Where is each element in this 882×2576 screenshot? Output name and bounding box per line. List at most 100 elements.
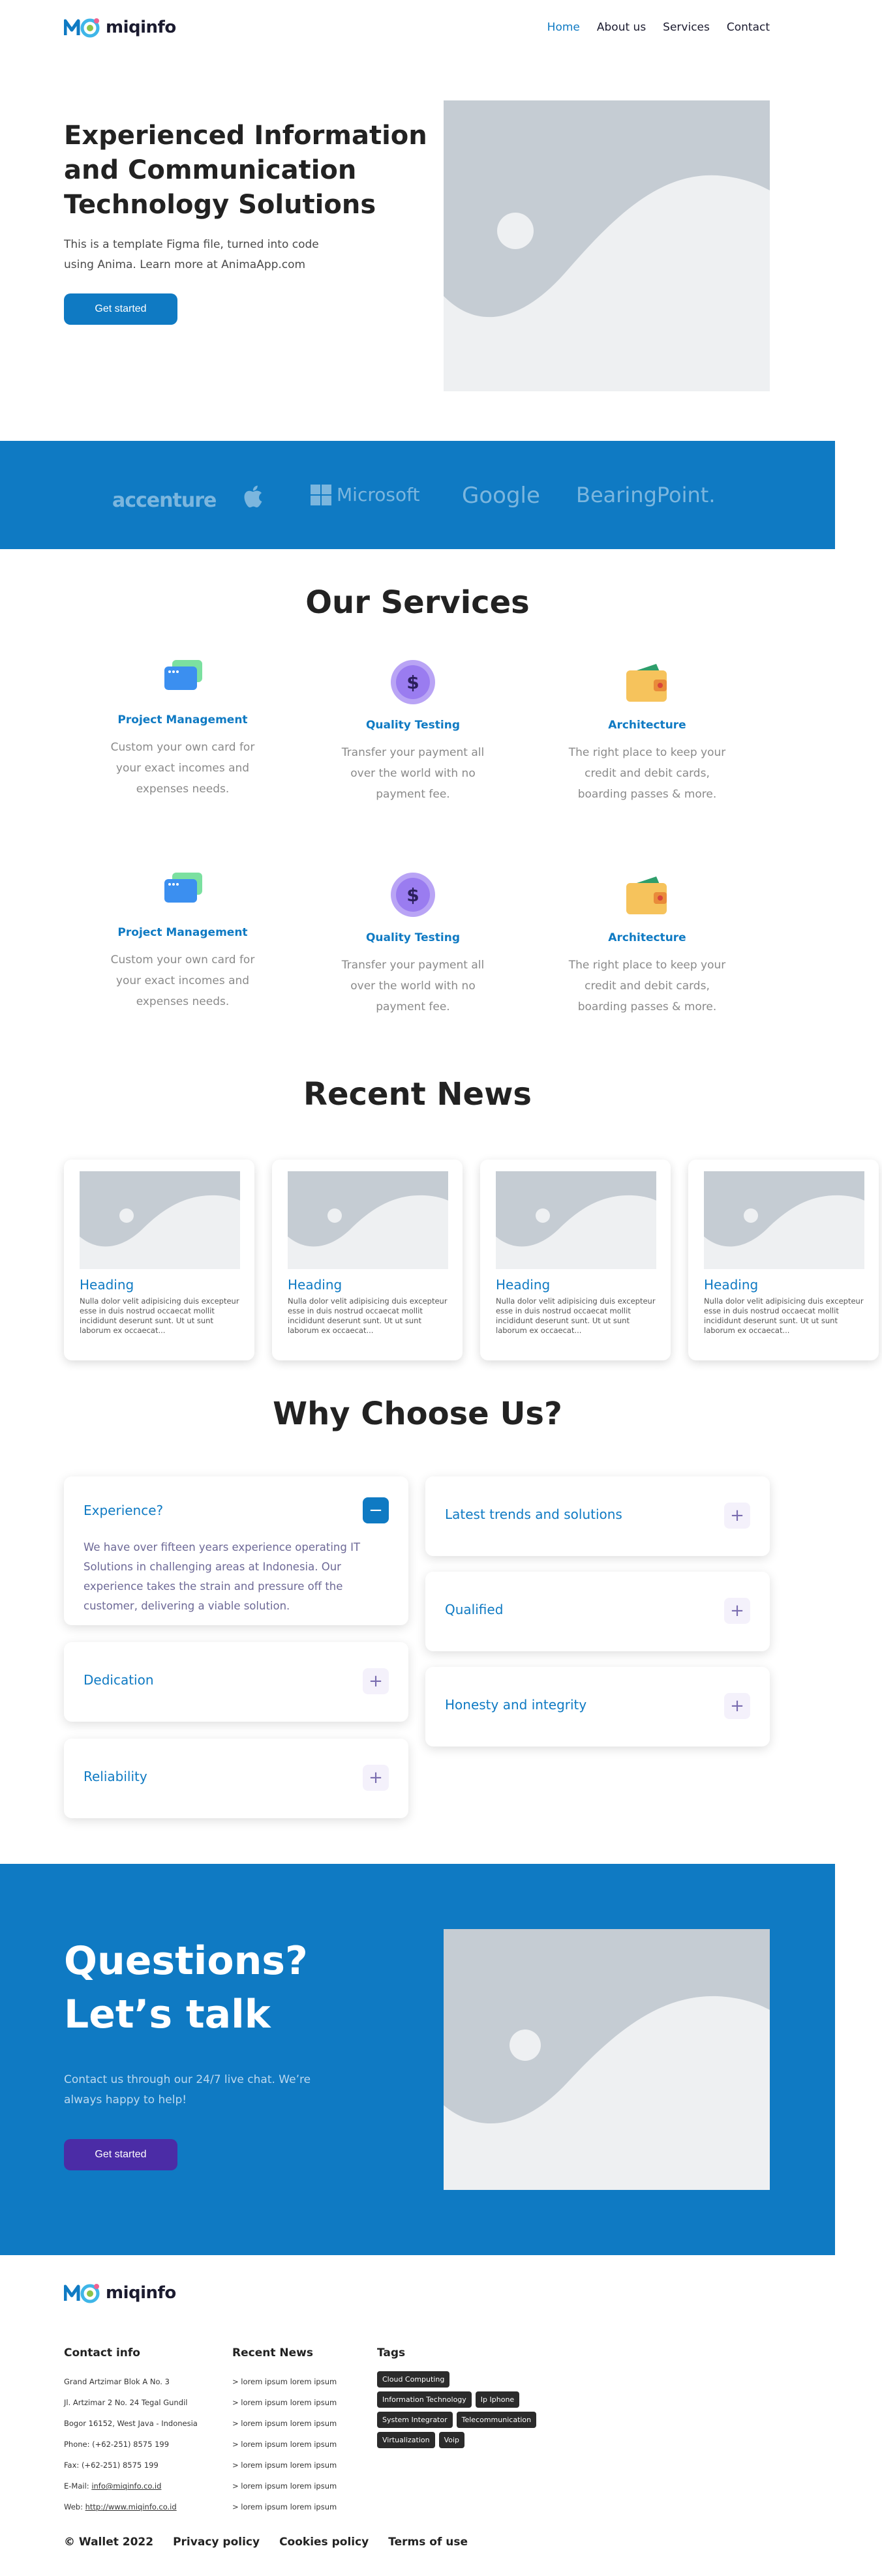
nav-contact[interactable]: Contact xyxy=(727,21,770,34)
news-card[interactable]: Heading Nulla dolor velit adipisicing dui… xyxy=(480,1160,671,1360)
footer-bottom: © Wallet 2022 Privacy policy Cookies pol… xyxy=(64,2536,468,2549)
footer-news-link[interactable]: > lorem ipsum lorem ipsum xyxy=(232,2476,337,2496)
image-placeholder-icon xyxy=(444,1996,770,2190)
partner-microsoft-label: Microsoft xyxy=(337,484,420,505)
footer-news-link[interactable]: > lorem ipsum lorem ipsum xyxy=(232,2371,337,2392)
hero-title: Experienced Information and Communicatio… xyxy=(64,121,427,220)
nav-about-us[interactable]: About us xyxy=(597,21,646,34)
services-title: Our Services xyxy=(305,584,530,621)
tag[interactable]: Voip xyxy=(438,2432,465,2448)
terms-of-use-link[interactable]: Terms of use xyxy=(388,2536,468,2549)
accordion-reliability[interactable]: Reliability + xyxy=(64,1739,408,1818)
image-placeholder-icon xyxy=(704,1195,864,1269)
service-name[interactable]: Project Management xyxy=(98,926,267,939)
footer-news-link[interactable]: > lorem ipsum lorem ipsum xyxy=(232,2434,337,2455)
accordion-latest-trends[interactable]: Latest trends and solutions + xyxy=(425,1476,770,1556)
expand-icon[interactable]: + xyxy=(363,1668,389,1694)
contact-web: Web: http://www.miqinfo.co.id xyxy=(64,2496,198,2517)
nav-services[interactable]: Services xyxy=(663,21,710,34)
service-card: Architecture The right place to keep your… xyxy=(562,657,732,805)
image-placeholder-icon xyxy=(288,1195,448,1269)
contact-line: Phone: (+62-251) 8575 199 xyxy=(64,2440,170,2449)
news-card[interactable]: Heading Nulla dolor velit adipisicing dui… xyxy=(272,1160,463,1360)
cta-section: Questions? Let’s talk Contact us through… xyxy=(0,1864,835,2255)
service-name[interactable]: Architecture xyxy=(562,931,732,944)
service-card: Project Management Custom your own card f… xyxy=(98,652,267,800)
tag[interactable]: Virtualization xyxy=(377,2432,435,2448)
footer-contact-title: Contact info xyxy=(64,2346,140,2359)
tag[interactable]: Telecommunication xyxy=(456,2412,537,2428)
cards-icon xyxy=(158,865,207,914)
footer-logo[interactable]: miqinfo xyxy=(64,2281,176,2305)
news-heading[interactable]: Heading xyxy=(496,1277,550,1293)
contact-email: E-Mail: info@miqinfo.co.id xyxy=(64,2476,198,2496)
logo[interactable]: miqinfo xyxy=(64,16,176,39)
accordion-experience[interactable]: Experience? − We have over fifteen years… xyxy=(64,1476,408,1625)
nav-links: Home About us Services Contact xyxy=(547,21,770,34)
apple-logo-icon xyxy=(243,485,263,514)
logo-text: miqinfo xyxy=(106,18,176,37)
cookies-policy-link[interactable]: Cookies policy xyxy=(279,2536,369,2549)
accordion-honesty[interactable]: Honesty and integrity + xyxy=(425,1667,770,1746)
news-card[interactable]: Heading Nulla dolor velit adipisicing dui… xyxy=(64,1160,254,1360)
email-link[interactable]: info@miqinfo.co.id xyxy=(91,2481,161,2491)
nav-home[interactable]: Home xyxy=(547,21,580,34)
miqinfo-logo-icon xyxy=(64,18,100,38)
why-title: Why Choose Us? xyxy=(273,1396,562,1432)
partner-google: Google xyxy=(462,483,540,509)
email-label: E-Mail: xyxy=(64,2481,92,2491)
image-placeholder-icon xyxy=(496,1195,656,1269)
web-label: Web: xyxy=(64,2502,85,2511)
tag-list: Cloud Computing Information Technology I… xyxy=(377,2371,547,2448)
accordion-dedication[interactable]: Dedication + xyxy=(64,1642,408,1722)
cta-title-line1: Questions? xyxy=(64,1938,308,1984)
partner-accenture: accenture xyxy=(112,489,217,512)
footer-news-link[interactable]: > lorem ipsum lorem ipsum xyxy=(232,2496,337,2517)
news-heading[interactable]: Heading xyxy=(704,1277,758,1293)
service-name[interactable]: Quality Testing xyxy=(328,931,498,944)
collapse-icon[interactable]: − xyxy=(363,1497,389,1523)
footer-tags-title: Tags xyxy=(377,2346,406,2359)
service-name[interactable]: Quality Testing xyxy=(328,719,498,732)
tag[interactable]: Cloud Computing xyxy=(377,2371,450,2388)
news-card[interactable]: Heading Nulla dolor velit adipisicing dui… xyxy=(688,1160,879,1360)
partners-band: accenture Microsoft Google BearingPoint. xyxy=(0,441,835,549)
navbar: miqinfo Home About us Services Contact xyxy=(64,14,770,40)
news-heading[interactable]: Heading xyxy=(288,1277,342,1293)
hero-get-started-button[interactable]: Get started xyxy=(64,293,177,325)
contact-line: Grand Artzimar Blok A No. 3 xyxy=(64,2377,170,2386)
hero-image xyxy=(444,100,770,391)
image-placeholder-icon xyxy=(444,175,770,391)
news-body: Nulla dolor velit adipisicing duis excep… xyxy=(496,1296,656,1335)
service-name[interactable]: Project Management xyxy=(98,713,267,726)
tag[interactable]: Information Technology xyxy=(377,2391,472,2408)
expand-icon[interactable]: + xyxy=(724,1693,750,1719)
tag[interactable]: System Integrator xyxy=(377,2412,453,2428)
service-card: $ Quality Testing Transfer your payment al… xyxy=(328,870,498,1017)
hero-description: This is a template Figma file, turned in… xyxy=(64,238,319,271)
footer-tags: Tags Cloud Computing Information Technol… xyxy=(377,2346,547,2448)
wallet-icon xyxy=(622,870,672,920)
news-heading[interactable]: Heading xyxy=(80,1277,134,1293)
cta-get-started-button[interactable]: Get started xyxy=(64,2139,177,2170)
accordion-qualified[interactable]: Qualified + xyxy=(425,1572,770,1651)
logo-text: miqinfo xyxy=(106,2283,176,2303)
expand-icon[interactable]: + xyxy=(363,1765,389,1791)
expand-icon[interactable]: + xyxy=(724,1598,750,1624)
service-name[interactable]: Architecture xyxy=(562,719,732,732)
accordion-title: Latest trends and solutions xyxy=(445,1506,622,1522)
service-description: The right place to keep your credit and … xyxy=(568,746,726,801)
svg-text:$: $ xyxy=(406,672,419,693)
footer-news-link[interactable]: > lorem ipsum lorem ipsum xyxy=(232,2413,337,2434)
tag[interactable]: Ip Iphone xyxy=(475,2391,520,2408)
contact-line: Bogor 16152, West Java - Indonesia xyxy=(64,2419,198,2428)
web-link[interactable]: http://www.miqinfo.co.id xyxy=(85,2502,177,2511)
privacy-policy-link[interactable]: Privacy policy xyxy=(173,2536,260,2549)
news-title: Recent News xyxy=(303,1076,532,1113)
service-card: Architecture The right place to keep your… xyxy=(562,870,732,1017)
service-description: The right place to keep your credit and … xyxy=(568,959,726,1013)
footer-news-link[interactable]: > lorem ipsum lorem ipsum xyxy=(232,2392,337,2413)
footer-news-link[interactable]: > lorem ipsum lorem ipsum xyxy=(232,2455,337,2476)
partner-bearingpoint: BearingPoint. xyxy=(576,483,716,507)
expand-icon[interactable]: + xyxy=(724,1503,750,1529)
